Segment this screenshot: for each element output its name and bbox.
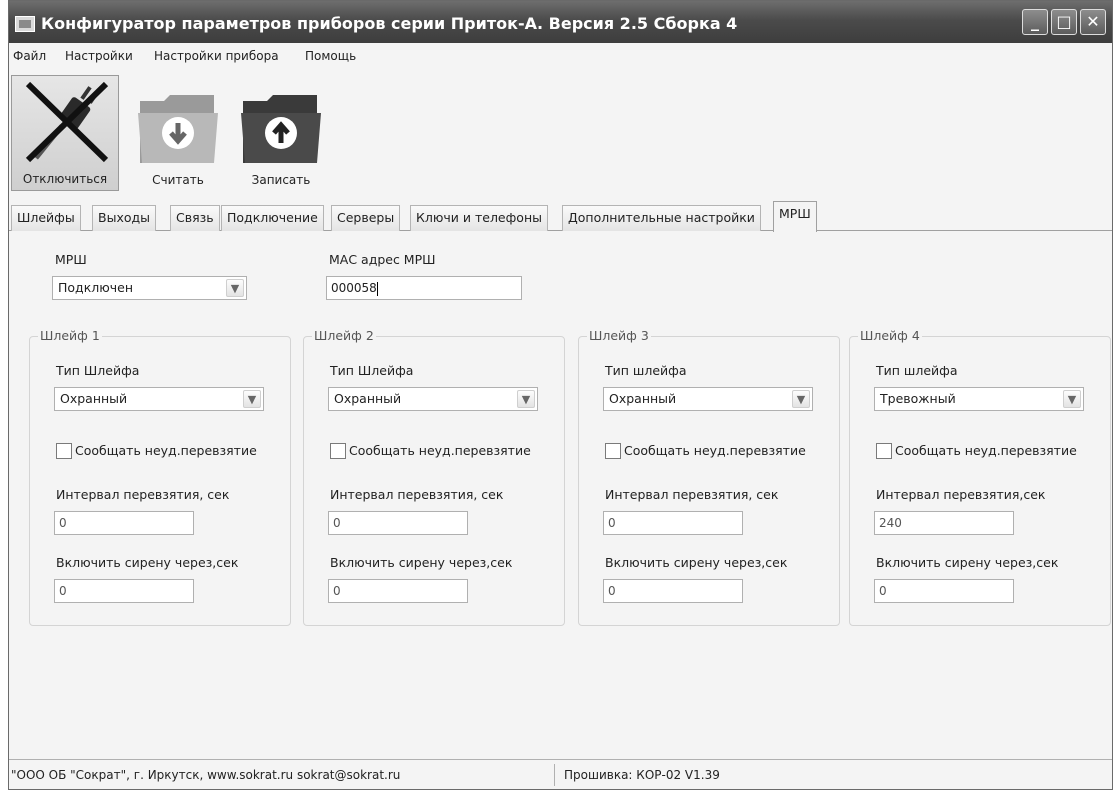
menu-device-settings[interactable]: Настройки прибора (154, 49, 279, 63)
loop-type-value: Охранный (334, 391, 402, 406)
menu-file[interactable]: Файл (13, 49, 46, 63)
status-bar: "ООО ОБ "Сократ", г. Иркутск, www.sokrat… (9, 759, 1112, 789)
toolbar: Отключиться Считать Записать (9, 71, 1112, 193)
siren-label: Включить сирену через,сек (56, 555, 239, 570)
minimize-button[interactable]: _ (1022, 9, 1048, 35)
interval-input[interactable]: 240 (874, 511, 1014, 535)
siren-label: Включить сирену через,сек (876, 555, 1059, 570)
chevron-down-icon[interactable]: ▼ (517, 390, 535, 408)
mac-address-input[interactable]: 000058 (326, 276, 522, 300)
interval-label: Интервал перевзятия, сек (56, 487, 230, 502)
read-label: Считать (152, 173, 204, 187)
interval-input[interactable]: 0 (603, 511, 743, 535)
tab-connection[interactable]: Подключение (221, 205, 324, 231)
mac-address-value: 000058 (331, 281, 377, 295)
text-caret (376, 281, 378, 296)
siren-input[interactable]: 0 (328, 579, 468, 603)
mrsh-status-select[interactable]: Подключен ▼ (52, 276, 247, 300)
menu-bar: Файл Настройки Настройки прибора Помощь (9, 43, 1112, 69)
siren-label: Включить сирену через,сек (330, 555, 513, 570)
loop-type-select[interactable]: Охранный ▼ (603, 387, 813, 411)
loop-type-label: Тип шлейфа (605, 363, 687, 378)
loop-type-select[interactable]: Охранный ▼ (54, 387, 264, 411)
report-checkbox[interactable] (56, 443, 72, 459)
menu-help[interactable]: Помощь (305, 49, 356, 63)
interval-label: Интервал перевзятия, сек (330, 487, 504, 502)
loop-title: Шлейф 1 (38, 328, 102, 343)
app-icon (15, 16, 35, 32)
tab-communication[interactable]: Связь (170, 205, 220, 231)
folder-upload-icon (241, 95, 321, 163)
siren-input[interactable]: 0 (54, 579, 194, 603)
chevron-down-icon[interactable]: ▼ (243, 390, 261, 408)
close-button[interactable]: ✕ (1080, 9, 1106, 35)
mrsh-label: МРШ (55, 252, 87, 267)
siren-input[interactable]: 0 (874, 579, 1014, 603)
report-checkbox[interactable] (330, 443, 346, 459)
chevron-down-icon[interactable]: ▼ (792, 390, 810, 408)
loop-group-3: Шлейф 3 Тип шлейфа Охранный ▼ Сообщать н… (578, 328, 840, 626)
loop-type-select[interactable]: Тревожный ▼ (874, 387, 1084, 411)
app-window: Конфигуратор параметров приборов серии П… (8, 0, 1113, 790)
menu-settings[interactable]: Настройки (65, 49, 133, 63)
tab-keys-phones[interactable]: Ключи и телефоны (410, 205, 548, 231)
disconnect-icon (25, 81, 109, 163)
write-label: Записать (251, 173, 311, 187)
folder-download-icon (138, 95, 218, 163)
title-bar[interactable]: Конфигуратор параметров приборов серии П… (9, 1, 1112, 43)
window-title: Конфигуратор параметров приборов серии П… (41, 14, 738, 33)
interval-input[interactable]: 0 (54, 511, 194, 535)
loop-type-label: Тип Шлейфа (56, 363, 140, 378)
loop-type-label: Тип шлейфа (876, 363, 958, 378)
chevron-down-icon[interactable]: ▼ (226, 279, 244, 297)
interval-label: Интервал перевзятия, сек (605, 487, 779, 502)
disconnect-button[interactable]: Отключиться (11, 75, 119, 191)
loop-type-label: Тип Шлейфа (330, 363, 414, 378)
loop-group-4: Шлейф 4 Тип шлейфа Тревожный ▼ Сообщать … (849, 328, 1111, 626)
tab-content-mrsh: МРШ Подключен ▼ МАС адрес МРШ 000058 Шле… (9, 232, 1112, 760)
report-label: Сообщать неуд.перевзятие (624, 443, 806, 458)
tab-loops[interactable]: Шлейфы (11, 205, 81, 231)
loop-type-value: Охранный (60, 391, 128, 406)
interval-label: Интервал перевзятия,сек (876, 487, 1046, 502)
report-label: Сообщать неуд.перевзятие (895, 443, 1077, 458)
report-checkbox[interactable] (876, 443, 892, 459)
status-divider (554, 764, 555, 786)
siren-input[interactable]: 0 (603, 579, 743, 603)
firmware-version: Прошивка: КОР-02 V1.39 (564, 768, 720, 782)
company-info: "ООО ОБ "Сократ", г. Иркутск, www.sokrat… (11, 768, 401, 782)
tab-outputs[interactable]: Выходы (92, 205, 157, 231)
loop-group-2: Шлейф 2 Тип Шлейфа Охранный ▼ Сообщать н… (303, 328, 565, 626)
report-checkbox[interactable] (605, 443, 621, 459)
siren-label: Включить сирену через,сек (605, 555, 788, 570)
maximize-button[interactable]: □ (1051, 9, 1077, 35)
tab-mrsh[interactable]: МРШ (773, 201, 817, 232)
tab-servers[interactable]: Серверы (331, 205, 401, 231)
mrsh-status-value: Подключен (58, 280, 133, 295)
loop-type-select[interactable]: Охранный ▼ (328, 387, 538, 411)
loop-title: Шлейф 4 (858, 328, 922, 343)
read-button[interactable]: Считать (124, 75, 232, 191)
loop-title: Шлейф 3 (587, 328, 651, 343)
chevron-down-icon[interactable]: ▼ (1063, 390, 1081, 408)
loop-type-value: Охранный (609, 391, 677, 406)
report-label: Сообщать неуд.перевзятие (349, 443, 531, 458)
report-label: Сообщать неуд.перевзятие (75, 443, 257, 458)
interval-input[interactable]: 0 (328, 511, 468, 535)
write-button[interactable]: Записать (227, 75, 335, 191)
loop-group-1: Шлейф 1 Тип Шлейфа Охранный ▼ Сообщать н… (29, 328, 291, 626)
tab-bar: Шлейфы Выходы Связь Подключение Серверы … (9, 201, 1112, 232)
loop-type-value: Тревожный (880, 391, 956, 406)
loop-title: Шлейф 2 (312, 328, 376, 343)
tab-additional-settings[interactable]: Дополнительные настройки (562, 205, 761, 231)
mac-label: МАС адрес МРШ (329, 252, 436, 267)
disconnect-label: Отключиться (22, 172, 108, 186)
